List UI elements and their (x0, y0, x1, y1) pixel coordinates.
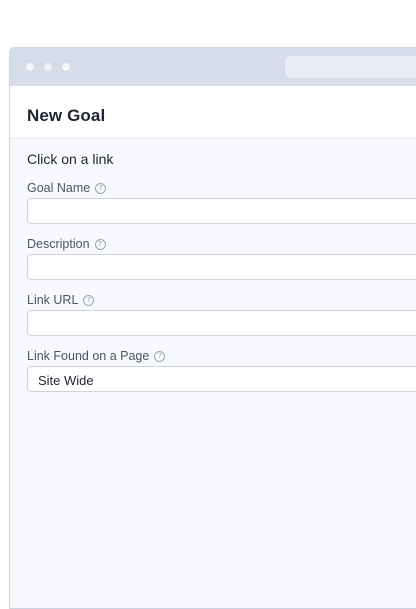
goal-name-label-text: Goal Name (27, 181, 91, 195)
help-icon[interactable]: ? (94, 238, 106, 250)
browser-window: New Goal Click on a link Goal Name ? Des… (9, 47, 416, 609)
link-found-label: Link Found on a Page ? (27, 349, 166, 363)
link-found-label-text: Link Found on a Page (27, 349, 150, 363)
form-subtitle: Click on a link (27, 151, 114, 167)
description-label: Description ? (27, 237, 106, 251)
link-found-select-value: Site Wide (38, 373, 94, 388)
page-title: New Goal (27, 106, 106, 125)
description-input[interactable] (27, 254, 416, 280)
goal-name-input[interactable] (27, 198, 416, 224)
window-dot-2 (44, 63, 52, 71)
description-label-text: Description (27, 237, 90, 251)
page-header: New Goal (10, 86, 416, 139)
help-icon[interactable]: ? (83, 294, 95, 306)
window-titlebar (10, 48, 416, 86)
link-url-label-text: Link URL (27, 293, 79, 307)
link-url-input[interactable] (27, 310, 416, 336)
help-icon[interactable]: ? (95, 182, 107, 194)
goal-name-label: Goal Name ? (27, 181, 107, 195)
link-found-select[interactable]: Site Wide (27, 366, 416, 392)
window-dot-3 (62, 63, 70, 71)
help-icon[interactable]: ? (154, 350, 166, 362)
window-dot-1 (26, 63, 34, 71)
address-bar[interactable] (285, 56, 416, 78)
link-url-label: Link URL ? (27, 293, 95, 307)
